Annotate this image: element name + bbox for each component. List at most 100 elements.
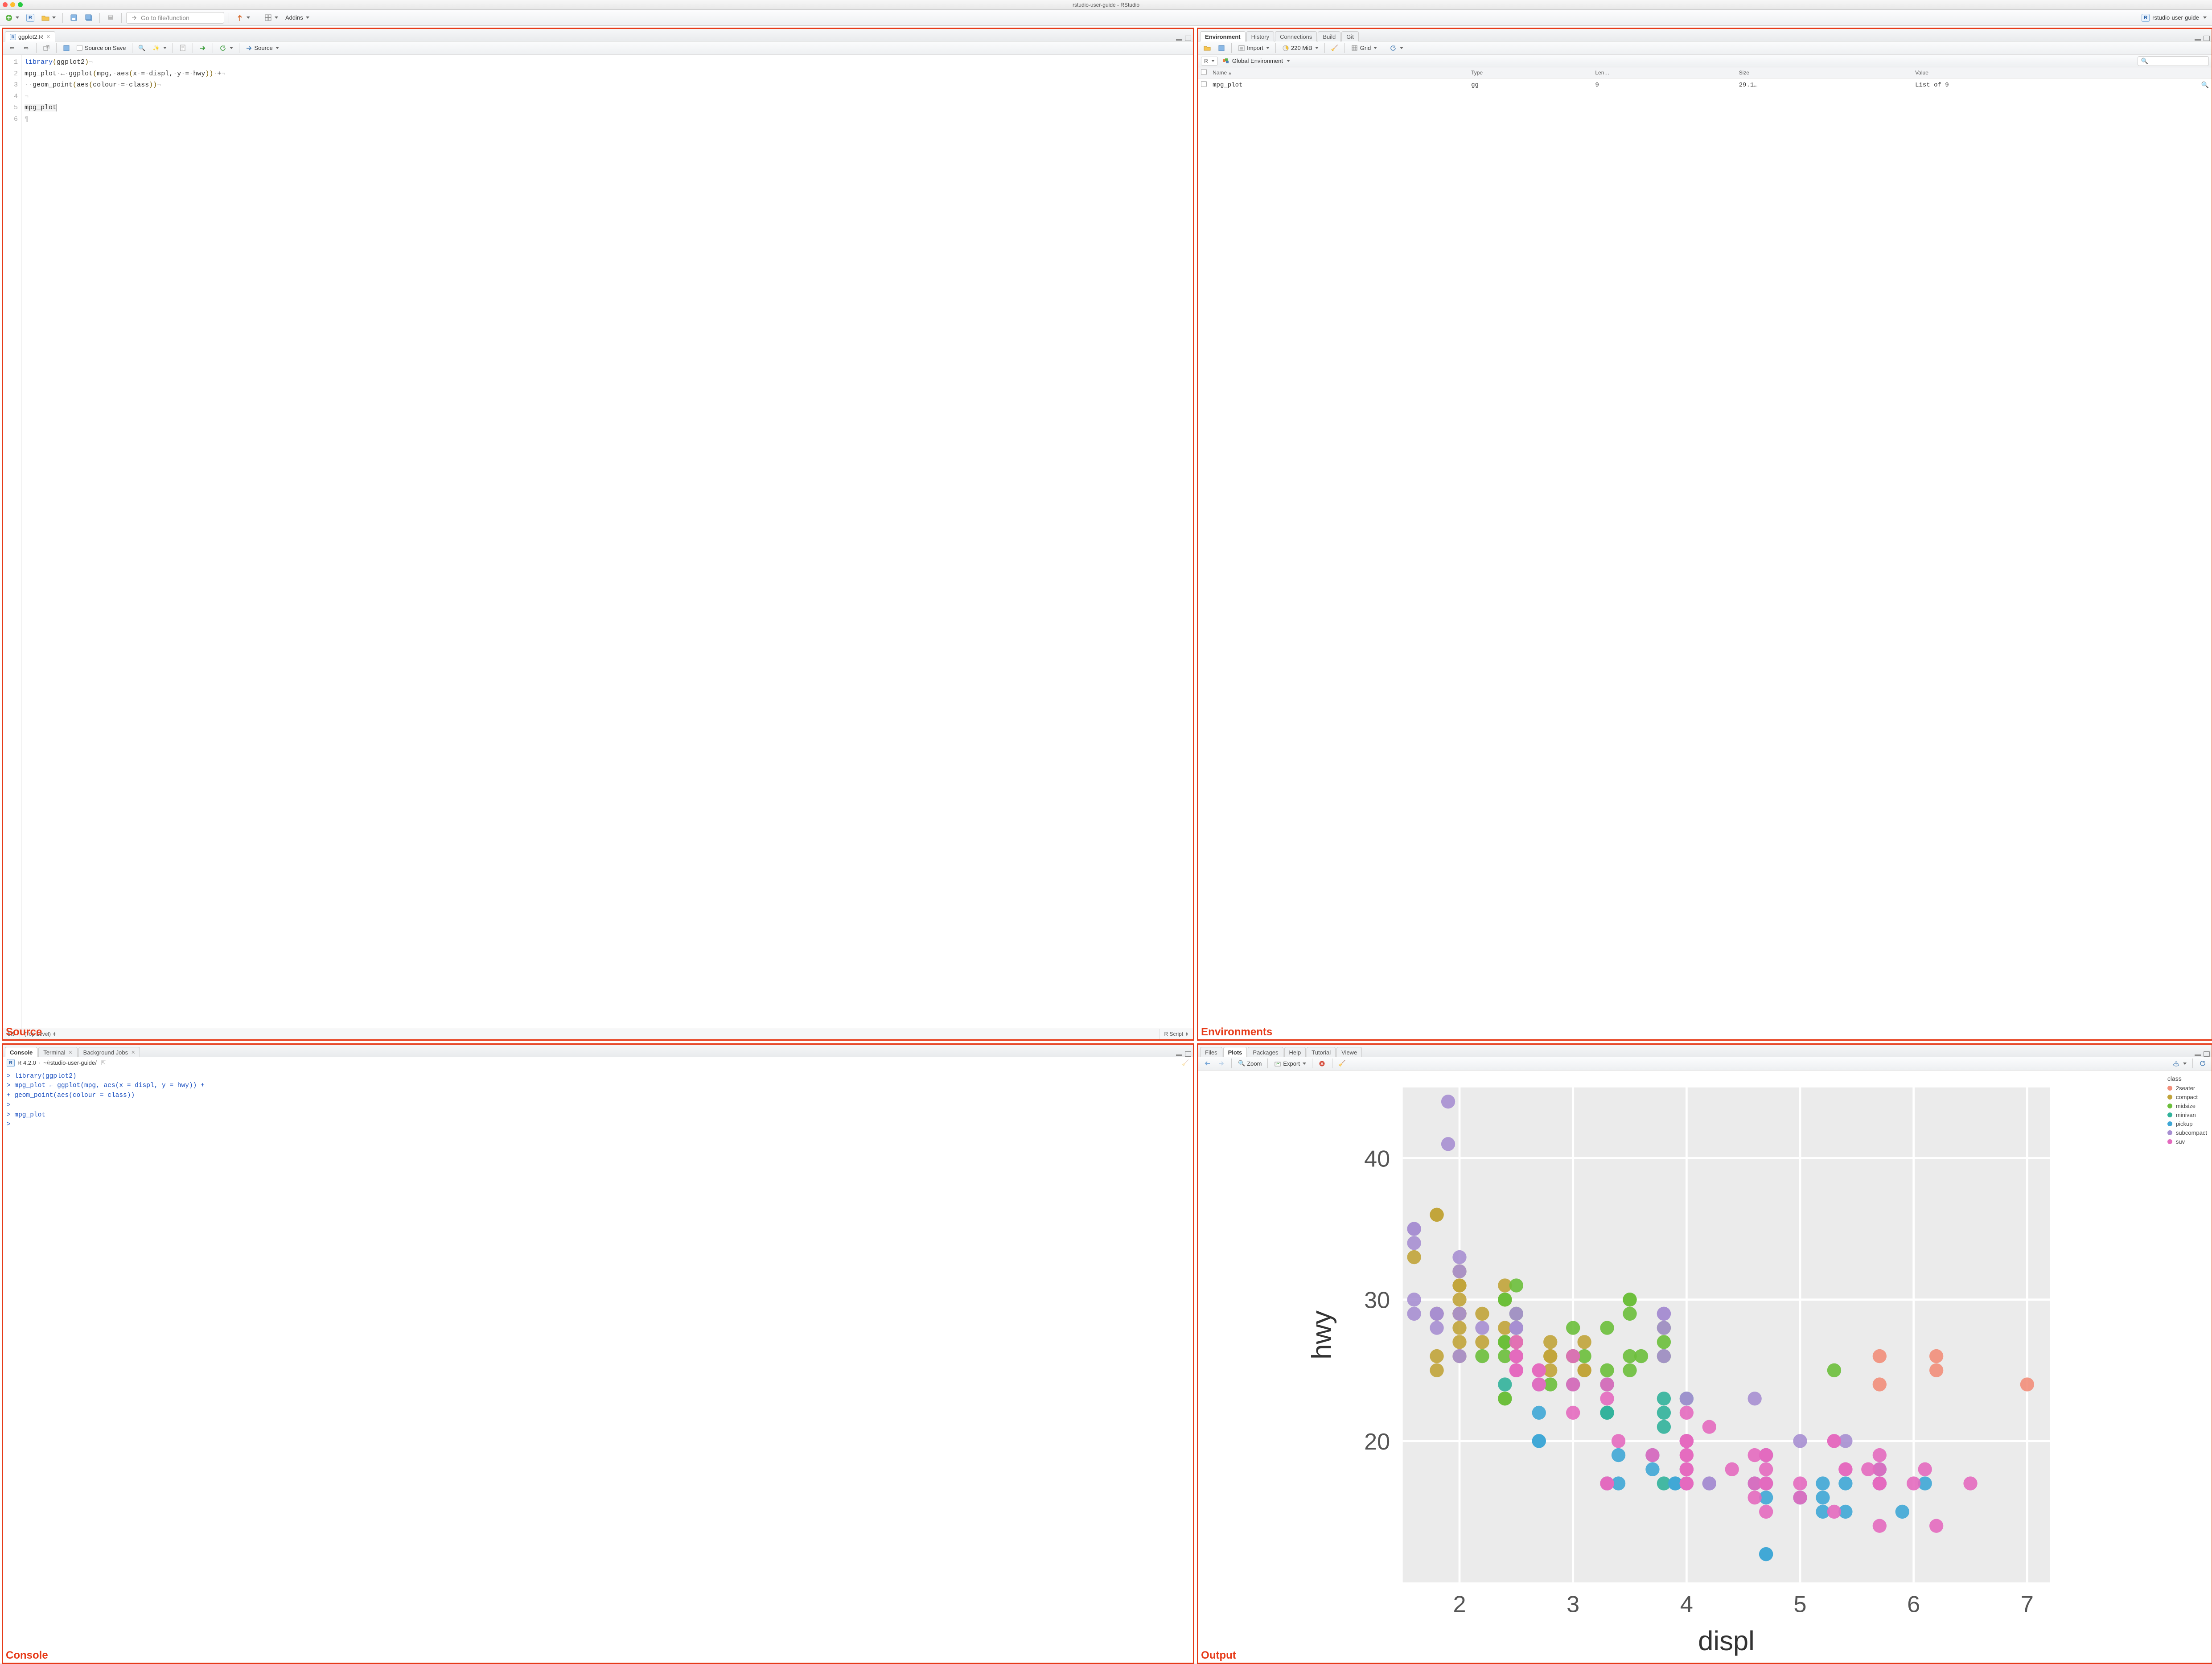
clear-all-plots-button[interactable]: 🧹 — [1336, 1058, 1349, 1069]
panes-grid-icon — [264, 14, 272, 22]
refresh-plot-button[interactable] — [2196, 1058, 2209, 1069]
language-scope-selector[interactable]: R — [1201, 57, 1218, 66]
select-all-checkbox[interactable] — [1201, 69, 1207, 75]
working-directory[interactable]: ~/rstudio-user-guide/ — [43, 1059, 97, 1066]
maximize-pane-icon[interactable] — [1185, 36, 1191, 41]
print-button[interactable] — [104, 12, 117, 24]
tab-viewer[interactable]: Viewe — [1336, 1047, 1362, 1057]
tab-files[interactable]: Files — [1200, 1047, 1222, 1057]
tab-terminal[interactable]: Terminal✕ — [38, 1047, 77, 1057]
addins-menu[interactable]: Addins — [283, 12, 312, 24]
save-source-button[interactable] — [60, 42, 73, 54]
tab-history[interactable]: History — [1246, 31, 1274, 41]
source-on-save-toggle[interactable]: Source on Save — [74, 42, 128, 54]
memory-usage[interactable]: 220 MiB — [1279, 42, 1321, 54]
maximize-pane-icon[interactable] — [2204, 1051, 2210, 1057]
legend-label: subcompact — [2176, 1129, 2207, 1136]
window-minimize-button[interactable] — [10, 2, 15, 7]
tab-connections[interactable]: Connections — [1275, 31, 1317, 41]
tab-help[interactable]: Help — [1284, 1047, 1306, 1057]
view-mode-grid[interactable]: Grid — [1349, 42, 1380, 54]
source-editor[interactable]: 123456 library(ggplot2)¬ mpg_plot·←·ggpl… — [3, 55, 1193, 1029]
new-file-button[interactable] — [3, 12, 21, 24]
show-in-new-window-button[interactable] — [40, 42, 53, 54]
filetype-selector[interactable]: R Script▲▼ — [1160, 1029, 1193, 1039]
save-workspace-button[interactable] — [1215, 42, 1228, 54]
tab-build[interactable]: Build — [1318, 31, 1340, 41]
window-close-button[interactable] — [3, 2, 8, 7]
back-button[interactable]: ⇦ — [6, 42, 18, 54]
clear-workspace-button[interactable]: 🧹 — [1328, 42, 1341, 54]
env-search-input[interactable]: 🔍 — [2138, 56, 2209, 66]
vcs-button[interactable] — [234, 12, 252, 24]
plots-toolbar: 🔍Zoom Export 🧹 — [1198, 1057, 2212, 1071]
export-plot-button[interactable]: Export — [1271, 1058, 1308, 1069]
source-tab-label: ggplot2.R — [18, 33, 43, 40]
minimize-pane-icon[interactable] — [1176, 39, 1182, 41]
close-tab-icon[interactable]: ✕ — [131, 1050, 135, 1055]
refresh-icon — [1389, 44, 1397, 52]
plot-next-button[interactable] — [1215, 1058, 1228, 1069]
tab-plots[interactable]: Plots — [1223, 1047, 1247, 1057]
svg-text:6: 6 — [1907, 1591, 1920, 1617]
separator — [1231, 43, 1232, 53]
separator — [1324, 43, 1325, 53]
row-checkbox[interactable] — [1201, 81, 1207, 87]
legend-item: midsize — [2167, 1103, 2207, 1109]
environment-scope-selector[interactable]: Global Environment — [1220, 55, 1292, 67]
goto-file-function-input[interactable]: Go to file/function — [126, 12, 224, 24]
popout-icon[interactable]: ⇱ — [99, 1059, 107, 1067]
maximize-pane-icon[interactable] — [1185, 1051, 1191, 1057]
zoom-plot-button[interactable]: 🔍Zoom — [1235, 1058, 1264, 1069]
publish-plot-button[interactable] — [2170, 1058, 2189, 1069]
scope-selector[interactable]: (Top Level)▲▼ — [20, 1029, 1160, 1039]
col-length[interactable]: Len… — [1592, 67, 1736, 78]
console-output[interactable]: > library(ggplot2) > mpg_plot ← ggplot(m… — [3, 1069, 1193, 1663]
remove-plot-button[interactable] — [1316, 1058, 1328, 1069]
maximize-pane-icon[interactable] — [2204, 36, 2210, 41]
save-all-button[interactable] — [82, 12, 95, 24]
save-button[interactable] — [67, 12, 80, 24]
forward-button[interactable]: ⇨ — [20, 42, 33, 54]
col-value[interactable]: Value — [1912, 67, 2198, 78]
find-button[interactable]: 🔍 — [136, 42, 148, 54]
tab-tutorial[interactable]: Tutorial — [1307, 1047, 1336, 1057]
source-tab-ggplot2[interactable]: R ggplot2.R ✕ — [5, 31, 55, 41]
col-type[interactable]: Type — [1468, 67, 1592, 78]
run-button[interactable] — [197, 42, 209, 54]
legend-title: class — [2167, 1075, 2207, 1082]
tab-background-jobs[interactable]: Background Jobs✕ — [78, 1047, 140, 1057]
col-name[interactable]: Name▲ — [1210, 67, 1468, 78]
code-tools-button[interactable]: ✨ — [150, 42, 169, 54]
r-version: R 4.2.0 — [17, 1059, 36, 1066]
rerun-button[interactable] — [217, 42, 235, 54]
scatter-plot: 234567203040displhwy — [1198, 1071, 2166, 1663]
project-menu[interactable]: R rstudio-user-guide — [2139, 12, 2209, 24]
inspect-icon[interactable]: 🔍 — [2201, 82, 2209, 89]
close-tab-icon[interactable]: ✕ — [46, 34, 50, 40]
close-tab-icon[interactable]: ✕ — [68, 1050, 72, 1055]
tab-packages[interactable]: Packages — [1248, 1047, 1283, 1057]
panes-button[interactable] — [262, 12, 280, 24]
source-arrow-icon — [245, 44, 253, 52]
source-script-button[interactable]: Source — [243, 42, 281, 54]
code-area[interactable]: library(ggplot2)¬ mpg_plot·←·ggplot(mpg,… — [22, 55, 1193, 1029]
minimize-pane-icon[interactable] — [2195, 1054, 2201, 1056]
tab-git[interactable]: Git — [1341, 31, 1359, 41]
refresh-env-button[interactable] — [1387, 42, 1406, 54]
r-file-icon: R — [10, 34, 16, 40]
compile-report-button[interactable] — [177, 42, 189, 54]
import-dataset-button[interactable]: Import — [1235, 42, 1272, 54]
window-maximize-button[interactable] — [18, 2, 23, 7]
plot-prev-button[interactable] — [1201, 1058, 1213, 1069]
broom-icon[interactable]: 🧹 — [1181, 1059, 1189, 1067]
new-project-button[interactable]: R — [24, 12, 37, 24]
open-file-button[interactable] — [39, 12, 58, 24]
tab-console[interactable]: Console — [5, 1047, 37, 1057]
tab-environment[interactable]: Environment — [1200, 31, 1245, 41]
minimize-pane-icon[interactable] — [2195, 39, 2201, 41]
load-workspace-button[interactable] — [1201, 42, 1213, 54]
minimize-pane-icon[interactable] — [1176, 1054, 1182, 1056]
col-size[interactable]: Size — [1736, 67, 1912, 78]
env-row-mpg-plot[interactable]: mpg_plot gg 9 29.1… List of 9 🔍 — [1198, 78, 2212, 92]
